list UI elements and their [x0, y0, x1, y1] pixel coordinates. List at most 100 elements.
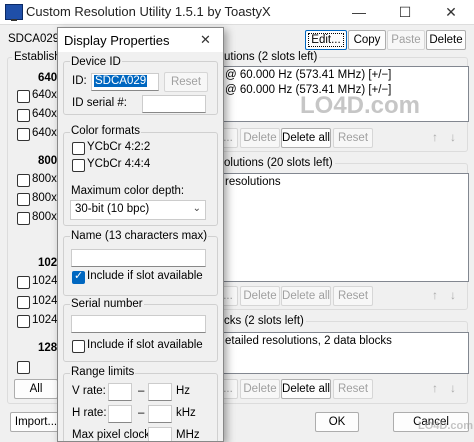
range-limits-label: Range limits — [70, 366, 136, 378]
ycbcr444-label: YCbCr 4:4:4 — [87, 158, 151, 170]
id-label: ID: — [72, 75, 87, 87]
established-checkbox[interactable] — [17, 128, 30, 141]
display-select[interactable]: SDCA029 — [8, 33, 59, 45]
import-button[interactable]: Import... — [10, 412, 62, 432]
display-properties-dialog: Display Properties ✕ Device ID ID: SDCA0… — [57, 27, 224, 442]
maximize-button[interactable]: ☐ — [382, 0, 428, 24]
established-checkbox[interactable] — [17, 193, 30, 206]
extension-list[interactable]: etailed resolutions, 2 data blocks — [221, 332, 469, 374]
color-depth-value: 30-bit (10 bpc) — [75, 203, 150, 215]
id-serial-field[interactable] — [142, 95, 206, 113]
delete-button[interactable]: Delete — [426, 30, 466, 50]
arrow-down-icon[interactable]: ↓ — [446, 130, 460, 144]
established-checkbox[interactable] — [17, 276, 30, 289]
delete-all-button[interactable]: Delete all — [281, 379, 331, 399]
h-rate-unit: kHz — [176, 407, 196, 419]
established-item: 800x — [32, 173, 57, 185]
reset-button[interactable]: Reset — [333, 128, 373, 148]
close-button[interactable]: ✕ — [428, 0, 474, 24]
name-include-checkbox[interactable] — [72, 269, 85, 284]
established-checkbox[interactable] — [17, 361, 30, 374]
ycbcr422-label: YCbCr 4:2:2 — [87, 141, 151, 153]
arrow-down-icon[interactable]: ↓ — [446, 288, 460, 302]
arrow-up-icon[interactable]: ↑ — [428, 288, 442, 302]
v-rate-max-field[interactable] — [148, 383, 172, 401]
v-rate-min-field[interactable] — [108, 383, 132, 401]
ycbcr422-checkbox[interactable] — [72, 142, 85, 155]
watermark: LO4D.com — [300, 92, 421, 119]
window-title: Custom Resolution Utility 1.5.1 by Toast… — [26, 4, 271, 19]
ycbcr444-checkbox[interactable] — [72, 159, 85, 172]
arrow-up-icon[interactable]: ↑ — [428, 381, 442, 395]
chevron-down-icon: ⌄ — [192, 203, 201, 214]
watermark-corner: LO4D.com — [418, 420, 474, 432]
arrow-down-icon[interactable]: ↓ — [446, 381, 460, 395]
standard-label: olutions (20 slots left) — [222, 157, 335, 169]
established-item: 800x — [32, 211, 57, 223]
dialog-close-button[interactable]: ✕ — [200, 32, 211, 48]
established-checkbox[interactable] — [17, 90, 30, 103]
serial-number-field[interactable] — [71, 315, 206, 333]
list-item[interactable]: resolutions — [225, 175, 465, 190]
monitor-icon — [5, 4, 23, 21]
established-checkbox[interactable] — [17, 212, 30, 225]
h-rate-max-field[interactable] — [148, 405, 172, 423]
v-rate-unit: Hz — [176, 385, 191, 397]
established-checkbox[interactable] — [17, 315, 30, 328]
name-include-label: Include if slot available — [87, 270, 203, 282]
name-label: Name (13 characters max) — [70, 230, 209, 242]
established-checkbox[interactable] — [17, 109, 30, 122]
color-depth-label: Maximum color depth: — [71, 185, 185, 197]
established-item: 640x — [32, 127, 57, 139]
h-rate-min-field[interactable] — [108, 405, 132, 423]
max-clock-unit: MHz — [176, 429, 200, 441]
h-rate-label: H rate: — [72, 407, 107, 419]
id-value: SDCA029 — [94, 75, 148, 87]
dialog-title: Display Properties — [64, 33, 170, 48]
established-item: 1024 — [32, 275, 58, 287]
copy-button[interactable]: Copy — [348, 30, 386, 50]
established-header: 800 — [38, 155, 58, 167]
all-button[interactable]: All — [14, 379, 58, 399]
edit-button[interactable]: Edit... — [305, 30, 347, 50]
delete-button[interactable]: Delete — [240, 128, 280, 148]
v-rate-label: V rate: — [72, 385, 106, 397]
ok-button[interactable]: OK — [315, 412, 359, 432]
id-field[interactable]: SDCA029 — [91, 73, 159, 91]
delete-all-button[interactable]: Delete all — [281, 286, 331, 306]
delete-all-button[interactable]: Delete all — [281, 128, 331, 148]
extension-label: cks (2 slots left) — [222, 315, 306, 327]
reset-button[interactable]: Reset — [333, 379, 373, 399]
minimize-button[interactable]: — — [336, 0, 382, 24]
id-serial-label: ID serial #: — [72, 97, 127, 109]
color-formats-label: Color formats — [70, 125, 142, 137]
delete-button[interactable]: Delete — [240, 379, 280, 399]
established-item: 640x — [32, 89, 57, 101]
established-item: 800x — [32, 192, 57, 204]
established-checkbox[interactable] — [17, 174, 30, 187]
established-item: 1024 — [32, 295, 58, 307]
standard-list[interactable]: resolutions — [221, 173, 469, 282]
serial-number-label: Serial number — [70, 298, 144, 310]
name-field[interactable] — [71, 249, 206, 267]
id-reset-button[interactable]: Reset — [164, 72, 208, 92]
established-checkbox[interactable] — [17, 296, 30, 309]
detailed-label: utions (2 slots left) — [222, 51, 320, 63]
reset-button[interactable]: Reset — [333, 286, 373, 306]
established-item: 1024 — [32, 314, 58, 326]
serial-include-checkbox[interactable] — [72, 340, 85, 353]
serial-number-group — [63, 304, 218, 362]
max-clock-label: Max pixel clock: — [72, 429, 154, 441]
paste-button[interactable]: Paste — [387, 30, 425, 50]
color-depth-select[interactable]: 30-bit (10 bpc) ⌄ — [70, 200, 206, 220]
established-header: 640 — [38, 72, 58, 84]
arrow-up-icon[interactable]: ↑ — [428, 130, 442, 144]
established-item: 640x — [32, 108, 57, 120]
delete-button[interactable]: Delete — [240, 286, 280, 306]
h-rate-dash: – — [138, 407, 145, 419]
title-bar: Custom Resolution Utility 1.5.1 by Toast… — [0, 0, 474, 25]
v-rate-dash: – — [138, 385, 145, 397]
list-item[interactable]: @ 60.000 Hz (573.41 MHz) [+/−] — [225, 68, 465, 83]
serial-include-label: Include if slot available — [87, 339, 203, 351]
list-item[interactable]: etailed resolutions, 2 data blocks — [225, 334, 465, 349]
